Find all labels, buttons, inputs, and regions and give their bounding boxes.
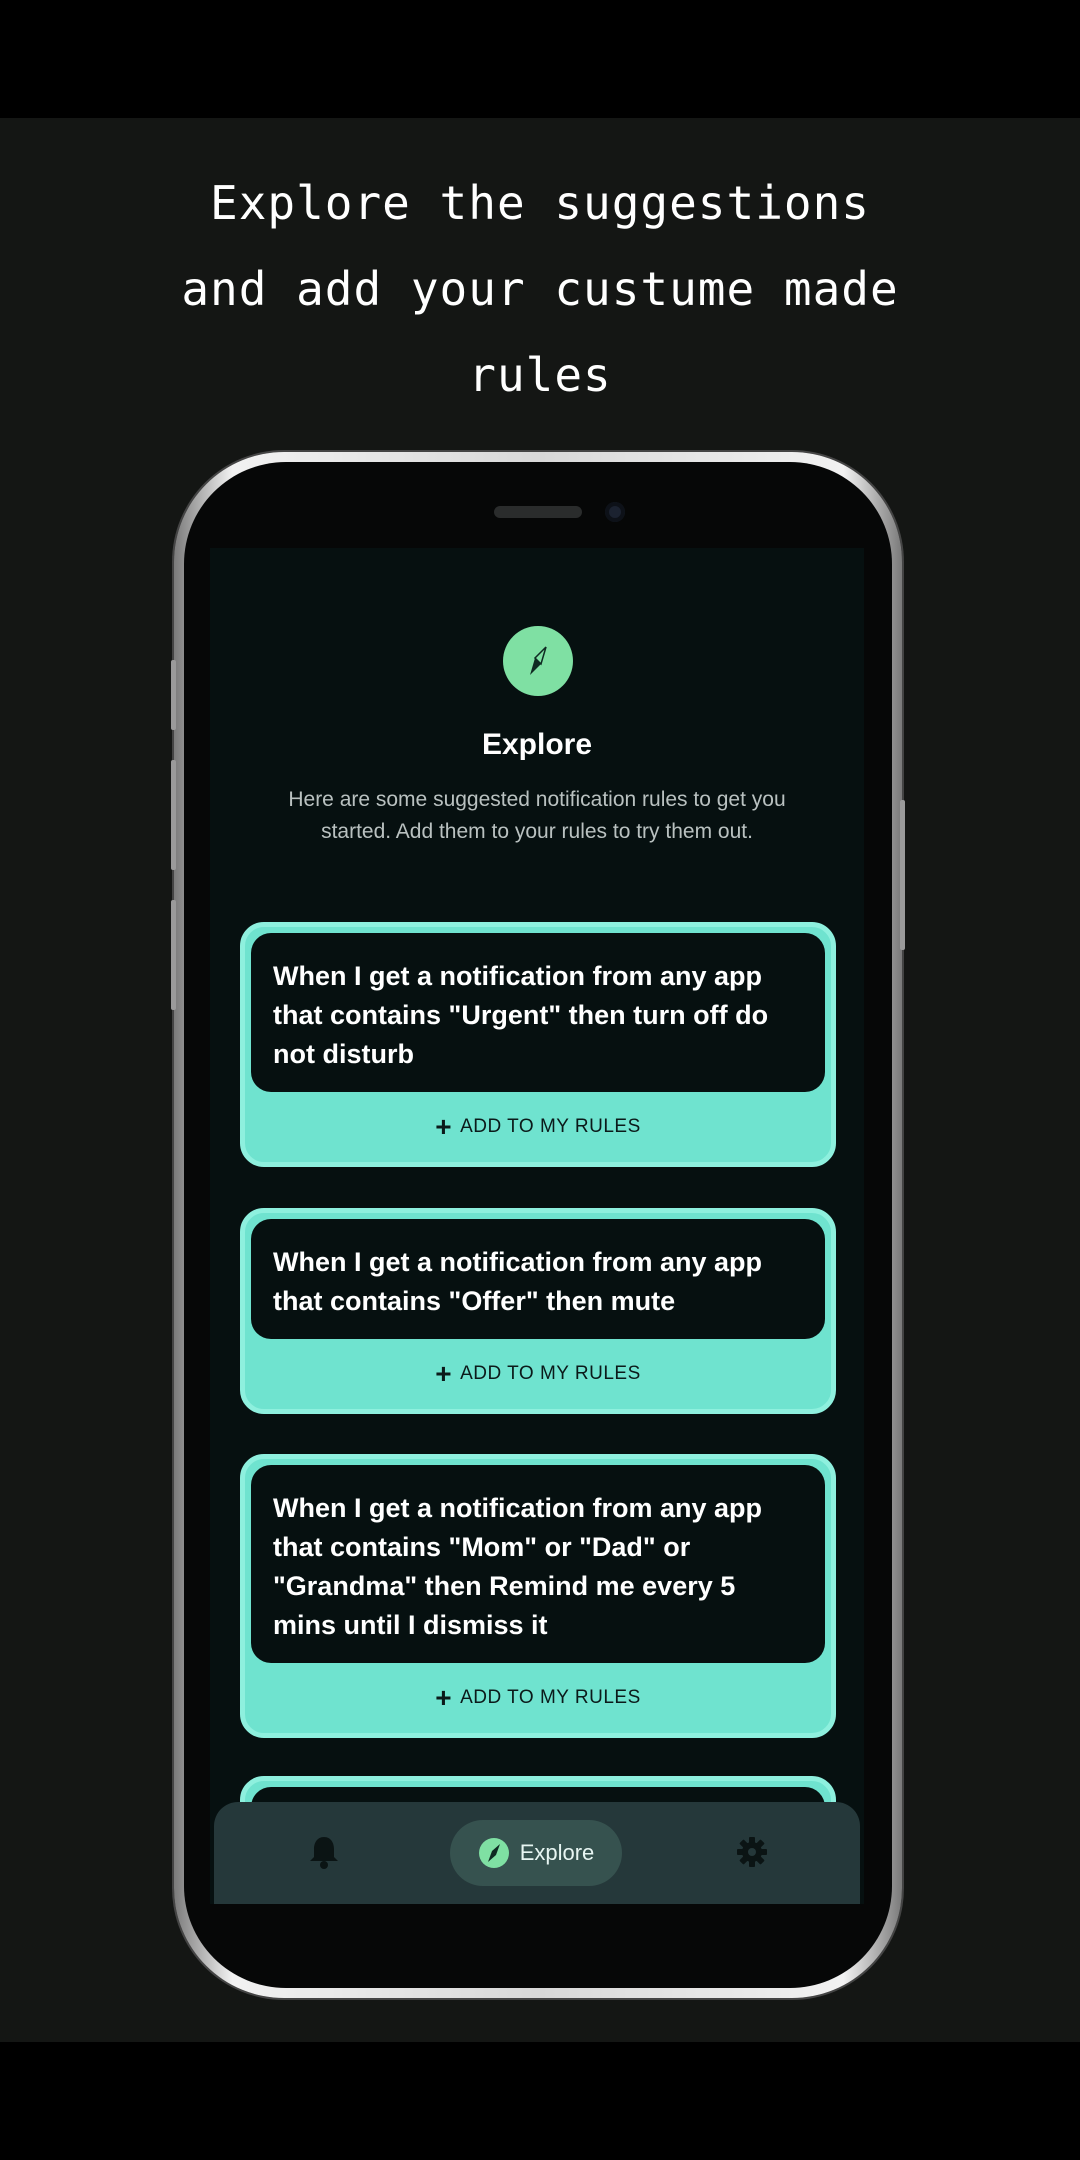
rule-card: When I get a notification from any app t… (240, 1208, 836, 1414)
headline-line-2: and add your custume made (181, 262, 899, 316)
compass-icon (503, 626, 573, 696)
add-to-my-rules-label: ADD TO MY RULES (460, 1116, 641, 1137)
side-button-left-1 (171, 660, 176, 730)
add-to-my-rules-button[interactable]: + ADD TO MY RULES (245, 1339, 831, 1409)
headline: Explore the suggestions and add your cus… (0, 160, 1080, 418)
bottom-navigation: Explore (214, 1802, 860, 1904)
side-button-right (900, 800, 905, 950)
nav-item-explore[interactable]: Explore (450, 1820, 622, 1886)
speaker-grille (494, 506, 582, 518)
compass-icon (478, 1838, 509, 1868)
app-screen: Explore Here are some suggested notifica… (210, 548, 864, 1904)
add-to-my-rules-button[interactable]: + ADD TO MY RULES (245, 1092, 831, 1162)
bell-icon (310, 1837, 338, 1869)
nav-explore-label: Explore (519, 1840, 595, 1865)
rule-card: When I get a notification from any app t… (240, 922, 836, 1167)
headline-line-1: Explore the suggestions (210, 176, 870, 230)
rule-text: When I get a notification from any app t… (251, 1465, 825, 1663)
front-camera (605, 502, 625, 522)
screen-description: Here are some suggested notification rul… (288, 788, 786, 843)
nav-item-settings[interactable] (730, 1830, 774, 1874)
rule-card: When I get a notification from any app t… (240, 1454, 836, 1738)
gear-icon (737, 1837, 767, 1867)
headline-line-3: rules (468, 348, 612, 402)
plus-icon: + (435, 1358, 453, 1389)
plus-icon: + (435, 1111, 453, 1142)
nav-item-notifications[interactable] (302, 1830, 346, 1874)
rule-text: When I get a notification from any app t… (251, 1219, 825, 1339)
add-to-my-rules-button[interactable]: + ADD TO MY RULES (245, 1663, 831, 1733)
plus-icon: + (435, 1682, 453, 1713)
add-to-my-rules-label: ADD TO MY RULES (460, 1687, 641, 1708)
screen-title: Explore (481, 728, 593, 761)
rule-text: When I get a notification from any app t… (251, 933, 825, 1092)
add-to-my-rules-label: ADD TO MY RULES (460, 1363, 641, 1384)
side-button-left-2 (171, 760, 176, 870)
side-button-left-3 (171, 900, 176, 1010)
